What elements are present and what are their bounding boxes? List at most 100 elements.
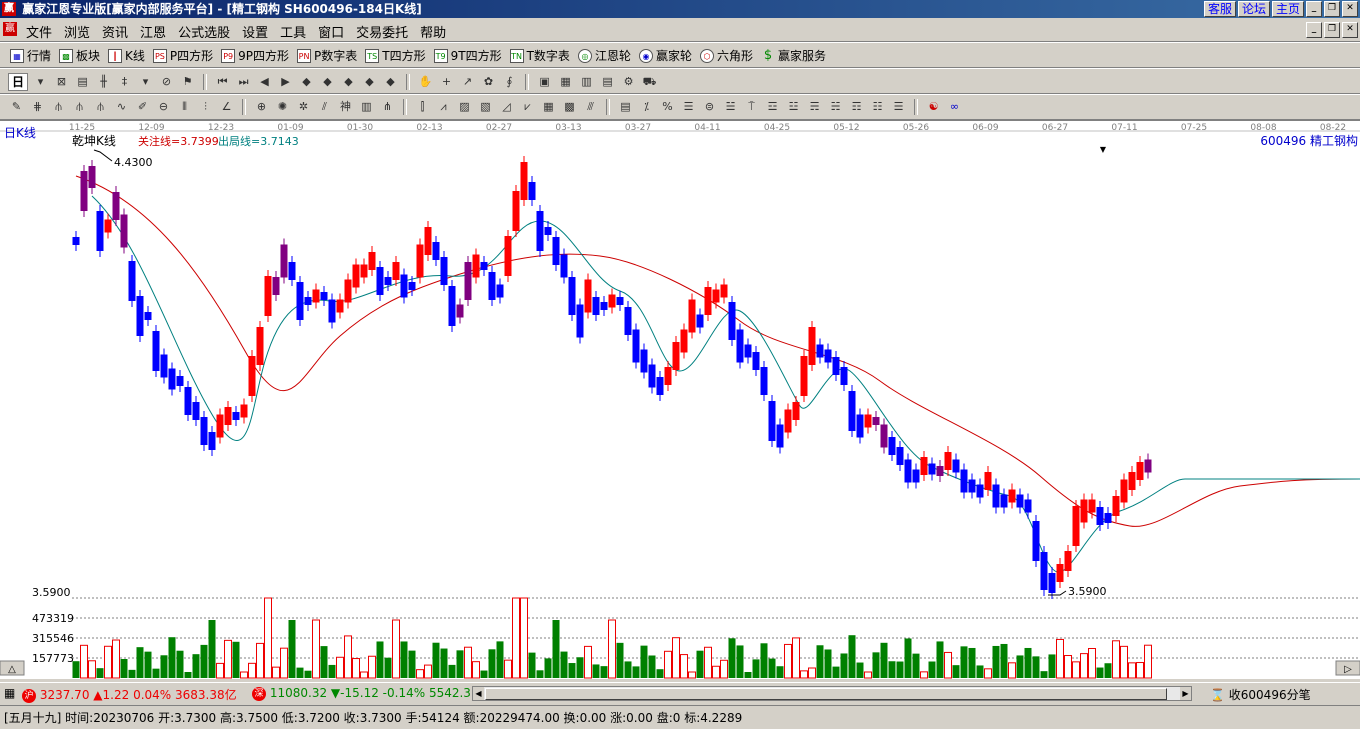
levels2-icon[interactable]: ☱ bbox=[722, 99, 739, 115]
winner-wheel-button[interactable]: ◉ 赢家轮 bbox=[638, 47, 692, 64]
levels4-icon[interactable]: ☳ bbox=[785, 99, 802, 115]
ruler-icon[interactable]: ▤ bbox=[617, 99, 634, 115]
forum-button[interactable]: 论坛 bbox=[1237, 1, 1270, 17]
channel-icon[interactable]: ⫿ bbox=[414, 99, 431, 115]
p-number-table-button[interactable]: PN P数字表 bbox=[297, 47, 357, 64]
fork-icon[interactable]: ⫛ bbox=[50, 99, 67, 115]
trend-icon[interactable]: ↗ bbox=[459, 74, 476, 90]
coin-icon[interactable]: ⊜ bbox=[701, 99, 718, 115]
menu-settings[interactable]: 设置 bbox=[242, 22, 268, 41]
fib-icon[interactable]: ⁒ bbox=[638, 99, 655, 115]
sector-button[interactable]: ▩ 板块 bbox=[59, 47, 100, 64]
overview-icon[interactable]: ⊠ bbox=[53, 74, 70, 90]
pen-icon[interactable]: ✐ bbox=[134, 99, 151, 115]
service-button[interactable]: 客服 bbox=[1203, 1, 1236, 17]
matrix2-icon[interactable]: ▩ bbox=[561, 99, 578, 115]
dropdown-icon[interactable]: ▾ bbox=[137, 74, 154, 90]
formula-icon[interactable]: ∮ bbox=[501, 74, 518, 90]
right-icon[interactable]: ▶ bbox=[277, 74, 294, 90]
gann-wheel-button[interactable]: ◎ 江恩轮 bbox=[577, 47, 631, 64]
first-icon[interactable]: ⏮ bbox=[214, 74, 231, 90]
sun-icon[interactable]: ✺ bbox=[274, 99, 291, 115]
fan2-icon[interactable]: ⩘ bbox=[435, 99, 452, 115]
mdi-close-icon[interactable]: ✕ bbox=[1342, 22, 1358, 38]
star-icon[interactable]: ✲ bbox=[295, 99, 312, 115]
yinyang-icon[interactable]: ☯ bbox=[925, 99, 942, 115]
grid-icon[interactable]: ⋕ bbox=[29, 99, 46, 115]
bars2-icon[interactable]: ⫶ bbox=[197, 99, 214, 115]
menu-browse[interactable]: 浏览 bbox=[64, 22, 90, 41]
close-icon[interactable]: ✕ bbox=[1342, 1, 1358, 17]
homepage-button[interactable]: 主页 bbox=[1271, 1, 1304, 17]
report-icon[interactable]: ▥ bbox=[578, 74, 595, 90]
circle-icon[interactable]: ⊕ bbox=[253, 99, 270, 115]
percent-icon[interactable]: % bbox=[659, 99, 676, 115]
target-icon[interactable]: ⊖ bbox=[155, 99, 172, 115]
calc-icon[interactable]: ▦ bbox=[557, 74, 574, 90]
levels9-icon[interactable]: ☰ bbox=[890, 99, 907, 115]
matrix-icon[interactable]: ▦ bbox=[540, 99, 557, 115]
t9-square-button[interactable]: T9 9T四方形 bbox=[433, 47, 502, 64]
save-icon[interactable]: ▤ bbox=[599, 74, 616, 90]
p9-square-button[interactable]: P9 9P四方形 bbox=[221, 47, 289, 64]
mdi-minimize-icon[interactable]: _ bbox=[1306, 22, 1322, 38]
hexagon-button[interactable]: ⬡ 六角形 bbox=[699, 47, 753, 64]
flag-icon[interactable]: ⚑ bbox=[179, 74, 196, 90]
menu-news[interactable]: 资讯 bbox=[102, 22, 128, 41]
tick-detail-link[interactable]: ⌛ 收600496分笔 bbox=[1210, 686, 1311, 703]
levels3-icon[interactable]: ☲ bbox=[764, 99, 781, 115]
ladder-icon[interactable]: ⍑ bbox=[743, 99, 760, 115]
diamond4-icon[interactable]: ◆ bbox=[361, 74, 378, 90]
kline-chart-panel[interactable]: 11-25 12-09 12-23 01-09 01-30 02-13 02-27 03-13… bbox=[0, 120, 1360, 679]
diamond2-icon[interactable]: ◆ bbox=[319, 74, 336, 90]
scroll-up-button[interactable]: △ bbox=[0, 660, 25, 676]
levels-icon[interactable]: ☰ bbox=[680, 99, 697, 115]
list-icon[interactable]: ▤ bbox=[74, 74, 91, 90]
lines-icon[interactable]: ⫽ bbox=[316, 99, 333, 115]
mdi-restore-icon[interactable]: ❐ bbox=[1324, 22, 1340, 38]
p-square-button[interactable]: PS P四方形 bbox=[152, 47, 213, 64]
triangle-icon[interactable]: ◿ bbox=[498, 99, 515, 115]
compass-icon[interactable]: ⊘ bbox=[158, 74, 175, 90]
diamond5-icon[interactable]: ◆ bbox=[382, 74, 399, 90]
fork3-icon[interactable]: ⫛ bbox=[92, 99, 109, 115]
tools-icon[interactable]: ⚙ bbox=[620, 74, 637, 90]
hand-icon[interactable]: ✋ bbox=[417, 74, 434, 90]
menu-tools[interactable]: 工具 bbox=[280, 22, 306, 41]
kline-chart-svg[interactable]: 11-25 12-09 12-23 01-09 01-30 02-13 02-27 03-13… bbox=[0, 121, 1360, 679]
rect2-icon[interactable]: ▧ bbox=[477, 99, 494, 115]
kline-button[interactable]: ┃ K线 bbox=[108, 47, 145, 64]
panel-icon[interactable]: ▥ bbox=[358, 99, 375, 115]
levels5-icon[interactable]: ☴ bbox=[806, 99, 823, 115]
scroll-right-button[interactable]: ▷ bbox=[1335, 660, 1360, 676]
gann-icon[interactable]: 神 bbox=[337, 99, 354, 115]
scroll-left-icon[interactable]: ◀ bbox=[473, 687, 484, 700]
last-icon[interactable]: ⏭ bbox=[235, 74, 252, 90]
diamond3-icon[interactable]: ◆ bbox=[340, 74, 357, 90]
levels7-icon[interactable]: ☶ bbox=[848, 99, 865, 115]
grid-status-icon[interactable]: ▦ bbox=[4, 686, 15, 700]
minimize-icon[interactable]: _ bbox=[1306, 1, 1322, 17]
slash-icon[interactable]: ⫻ bbox=[582, 99, 599, 115]
wave-icon[interactable]: ∿ bbox=[113, 99, 130, 115]
vwave-icon[interactable]: ⩗ bbox=[519, 99, 536, 115]
levels6-icon[interactable]: ☵ bbox=[827, 99, 844, 115]
scroll-right-icon[interactable]: ▶ bbox=[1180, 687, 1191, 700]
bars-icon[interactable]: ⦀ bbox=[176, 99, 193, 115]
candle-icon[interactable]: ‡ bbox=[116, 74, 133, 90]
calendar-icon[interactable]: ▣ bbox=[536, 74, 553, 90]
left-icon[interactable]: ◀ bbox=[256, 74, 273, 90]
quote-button[interactable]: ▦ 行情 bbox=[10, 47, 51, 64]
t-number-table-button[interactable]: TN T数字表 bbox=[509, 47, 570, 64]
infinity-icon[interactable]: ∞ bbox=[946, 99, 963, 115]
menu-formula-select[interactable]: 公式选股 bbox=[178, 22, 230, 41]
menu-trade[interactable]: 交易委托 bbox=[356, 22, 408, 41]
t-square-button[interactable]: TS T四方形 bbox=[365, 47, 426, 64]
menu-file[interactable]: 文件 bbox=[26, 22, 52, 41]
angle-icon[interactable]: ∠ bbox=[218, 99, 235, 115]
puzzle-icon[interactable]: ✿ bbox=[480, 74, 497, 90]
chevron-down-icon[interactable]: ▾ bbox=[32, 74, 49, 90]
rect-icon[interactable]: ▨ bbox=[456, 99, 473, 115]
fan-icon[interactable]: ⋔ bbox=[379, 99, 396, 115]
menu-gann[interactable]: 江恩 bbox=[140, 22, 166, 41]
